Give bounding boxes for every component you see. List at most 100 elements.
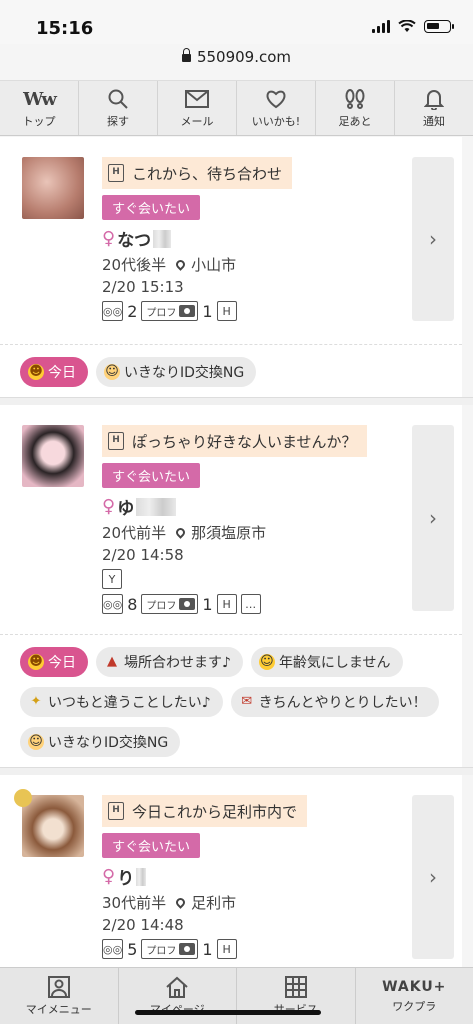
female-icon: ♀ [102, 228, 116, 249]
url-text: 550909.com [196, 48, 292, 66]
tree-icon: Y [102, 569, 122, 589]
tag: ✦ いつもと違うことしたい♪ [20, 687, 223, 717]
status-bar: 15:16 [0, 0, 473, 44]
nav-label: いいかも! [251, 115, 301, 128]
person-icon: ☺ [104, 364, 120, 380]
nav-search[interactable]: 探す [79, 81, 158, 135]
bottom-nav-wakupla[interactable]: WAKU+ ワクプラ [356, 968, 473, 1024]
post-stats: ◎◎ 5 プロフ 1 H [102, 939, 402, 959]
nav-footprint[interactable]: 足あと [316, 81, 395, 135]
signal-icon [372, 20, 390, 33]
building-icon: H [216, 301, 237, 321]
tag: ☺ 年齢気にしません [250, 647, 403, 677]
post-item[interactable]: H ぽっちゃり好きな人いませんか？ すぐ会いたい ♀ ゆ 20代前半 那須塩原市 2/… [0, 405, 462, 635]
building-icon: H [108, 432, 124, 450]
user-name: ♀ なつ [102, 226, 402, 251]
nav-label: 通知 [423, 115, 445, 128]
tag: ▲ 場所合わせます♪ [96, 647, 243, 677]
name-blur [136, 497, 177, 516]
post-datetime: 2/20 14:58 [102, 546, 184, 564]
nav-mail[interactable]: メール [158, 81, 237, 135]
name-blur [136, 867, 147, 886]
avatar[interactable] [22, 795, 84, 857]
nav-notice[interactable]: 通知 [395, 81, 473, 135]
tag-list: ☻ 今日 ▲ 場所合わせます♪ ☺ 年齢気にしません ✦ いつもと違うことしたい♪ ✉ き… [0, 635, 462, 767]
post-item[interactable]: H 今日これから足利市内で すぐ会いたい ♀ り 30代前半 足利市 2/20 14:… [0, 775, 462, 967]
letter-icon: ✉ [241, 694, 253, 709]
nav-like[interactable]: いいかも! [237, 81, 316, 135]
post-feed: H これから、待ち合わせ すぐ会いたい ♀ なつ 20代後半 小山市 2/20 15:… [0, 137, 473, 967]
post-item[interactable]: H これから、待ち合わせ すぐ会いたい ♀ なつ 20代後半 小山市 2/20 15:… [0, 137, 462, 345]
female-icon: ♀ [102, 496, 116, 517]
search-icon [107, 87, 129, 111]
location-pin-icon [174, 896, 187, 909]
post-stats: ◎◎ 8 プロフ 1 H … [102, 594, 402, 614]
tag-list: ☻ 今日 ☺ いきなりID交換NG [0, 345, 462, 397]
user-name: ♀ ゆ [102, 494, 402, 519]
post-card: H 今日これから足利市内で すぐ会いたい ♀ り 30代前半 足利市 2/20 14:… [0, 775, 462, 967]
battery-icon [424, 20, 454, 33]
nav-label: トップ [22, 115, 56, 128]
nav-label: 探す [107, 115, 129, 128]
bottom-nav-label: ワクプラ [392, 999, 437, 1013]
status-icons [372, 20, 454, 33]
profile-photo-icon: プロフ [141, 594, 199, 614]
status-badge: すぐ会いたい [102, 833, 201, 858]
post-stats-extra: Y [102, 569, 402, 589]
chevron-right-icon[interactable]: › [412, 795, 454, 959]
chat-icon: … [240, 594, 261, 614]
status-time: 15:16 [36, 18, 94, 39]
tag: ☺ いきなりID交換NG [20, 727, 181, 757]
building-icon: H [216, 594, 237, 614]
building-icon: H [108, 164, 124, 182]
party-icon: ✦ [30, 694, 42, 709]
lock-icon [181, 48, 191, 62]
bottom-nav: マイメニュー マイページ サービス WAKU+ ワクプラ [0, 967, 473, 1024]
profile-photo-icon: プロフ [141, 301, 199, 321]
bottom-nav-service[interactable]: サービス [237, 968, 356, 1024]
waku-plus-icon: WAKU+ [382, 978, 447, 995]
address-bar[interactable]: 550909.com [0, 48, 473, 66]
mail-icon [185, 87, 209, 111]
views-icon: ◎◎ [102, 301, 124, 321]
user-meta: 20代前半 那須塩原市 [102, 524, 267, 542]
status-badge: すぐ会いたい [102, 463, 201, 488]
name-blur [153, 229, 172, 248]
ww-logo-icon: Ww [23, 88, 57, 110]
smile-icon: ☻ [28, 654, 44, 670]
post-title[interactable]: H これから、待ち合わせ [102, 157, 293, 189]
crown-icon [14, 789, 32, 807]
avatar[interactable] [22, 157, 84, 219]
face-icon: ☺ [258, 654, 275, 670]
building-icon: H [216, 939, 237, 959]
views-icon: ◎◎ [102, 939, 124, 959]
profile-icon [47, 975, 70, 998]
profile-photo-icon: プロフ [141, 939, 199, 959]
smile-icon: ☻ [28, 364, 44, 380]
post-stats: ◎◎ 2 プロフ 1 H [102, 301, 402, 321]
heart-icon [265, 87, 287, 111]
bottom-nav-mymenu[interactable]: マイメニュー [0, 968, 119, 1024]
nav-label: メール [180, 115, 214, 128]
post-title[interactable]: H 今日これから足利市内で [102, 795, 308, 827]
user-name: ♀ り [102, 864, 402, 889]
user-meta: 30代前半 足利市 [102, 894, 237, 912]
grid-icon [284, 975, 307, 998]
location-pin-icon [174, 526, 187, 539]
nav-top[interactable]: Ww トップ [0, 81, 79, 135]
divider [0, 397, 473, 405]
bottom-nav-mypage[interactable]: マイページ [119, 968, 237, 1024]
post-title[interactable]: H ぽっちゃり好きな人いませんか？ [102, 425, 367, 457]
views-icon: ◎◎ [102, 594, 124, 614]
chevron-right-icon[interactable]: › [412, 425, 454, 611]
tower-icon: ▲ [107, 654, 117, 669]
bell-icon [424, 87, 444, 111]
tag-today: ☻ 今日 [20, 647, 88, 677]
chevron-right-icon[interactable]: › [412, 157, 454, 321]
home-indicator[interactable] [135, 1010, 321, 1015]
avatar[interactable] [22, 425, 84, 487]
person-icon: ☺ [28, 734, 44, 750]
user-meta: 20代後半 小山市 [102, 256, 237, 274]
tag: ☺ いきなりID交換NG [96, 357, 257, 387]
location-pin-icon [174, 258, 187, 271]
